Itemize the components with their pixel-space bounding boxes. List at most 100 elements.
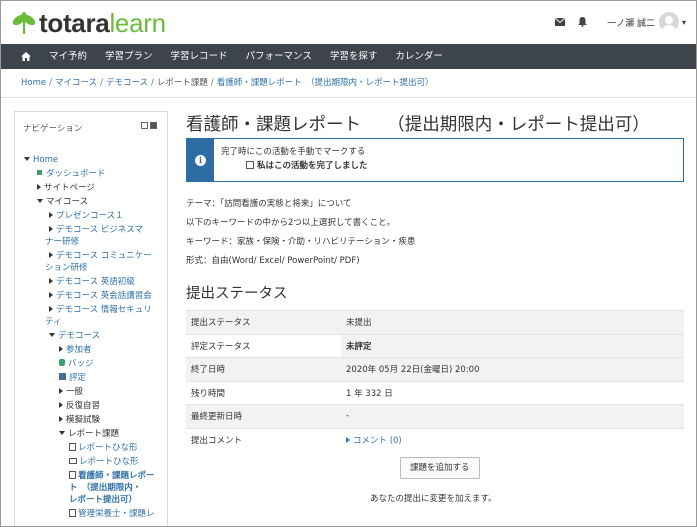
app-window: totaralearn 一ノ瀬 誠二 ▾ マイ予約 学習プラン 学習レコード パ… <box>0 0 697 527</box>
completion-text: 完了時にこの活動を手動でマークする <box>221 147 366 157</box>
user-menu-caret-icon[interactable]: ▾ <box>682 18 686 27</box>
table-row: 残り時間 1 年 332 日 <box>186 380 684 405</box>
nav-course-presentation[interactable]: プレゼンコース１ <box>49 210 124 222</box>
folder-icon <box>69 458 77 464</box>
expanded-arrow-icon <box>59 431 65 435</box>
nav-course-communication-cont[interactable]: ション研修 <box>45 262 88 274</box>
expanded-arrow-icon <box>24 157 30 161</box>
info-icon: i <box>187 139 214 181</box>
badge-icon <box>59 359 65 366</box>
intro-keywords: キーワード：家族・保険・介助・リハビリテーション・疾患 <box>186 237 416 247</box>
collapsed-arrow-icon <box>49 252 53 258</box>
top-header: totaralearn 一ノ瀬 誠二 ▾ <box>1 1 696 43</box>
dashboard-icon <box>37 170 42 175</box>
add-submission-note: あなたの提出に変更を加えます。 <box>370 494 497 504</box>
nav-current-assignment-cont[interactable]: ト （提出期限内・ <box>69 482 141 494</box>
breadcrumb-current-assignment[interactable]: 看護師・課題レポート （提出期限内・レポート提出可） <box>217 78 434 88</box>
table-row: 最終更新日時 - <box>186 404 684 428</box>
expand-arrow-icon <box>346 436 350 443</box>
nav-section-general[interactable]: 一般 <box>59 386 83 398</box>
home-icon[interactable] <box>1 52 40 61</box>
nav-current-assignment[interactable]: 看護師・課題レポー <box>69 470 155 482</box>
collapsed-arrow-icon <box>49 278 53 284</box>
table-row: 提出ステータス 未提出 <box>186 310 684 334</box>
nav-report-template-1[interactable]: レポートひな形 <box>69 442 138 454</box>
nav-section-mock-exam[interactable]: 模擬試験 <box>59 414 100 426</box>
nav-performance[interactable]: パフォーマンス <box>237 44 321 69</box>
dock-block-icon[interactable] <box>141 122 148 129</box>
nav-current-assignment-cont2[interactable]: レポート提出可） <box>69 494 137 506</box>
nav-report-template-2[interactable]: レポートひな形 <box>69 456 139 468</box>
expanded-arrow-icon <box>49 333 55 337</box>
collapse-block-icon[interactable] <box>150 122 157 129</box>
nav-grades[interactable]: 評定 <box>59 372 86 384</box>
nav-demo-course[interactable]: デモコース <box>49 330 100 342</box>
nav-section-repeat[interactable]: 反復自習 <box>59 400 100 412</box>
nav-course-english-basic[interactable]: デモコース 英語初級 <box>49 276 135 288</box>
nav-record-of-learning[interactable]: 学習レコード <box>162 44 237 69</box>
nav-my-bookings[interactable]: マイ予約 <box>40 44 96 69</box>
notifications-bell-icon[interactable] <box>575 15 589 29</box>
navigation-block: ナビゲーション Home ダッシュボード サイトページ マイコース プレゼンコー… <box>14 111 168 526</box>
collapsed-arrow-icon <box>59 346 63 352</box>
add-submission-button[interactable]: 課題を追加する <box>400 457 480 479</box>
divider <box>1 97 696 98</box>
completion-info-box: i 完了時にこの活動を手動でマークする 私はこの活動を完了しました <box>186 138 684 182</box>
nav-course-business-manners-cont[interactable]: ナー研修 <box>45 236 79 248</box>
expanded-arrow-icon <box>37 199 43 203</box>
nav-course-communication[interactable]: デモコース コミュニケー <box>49 250 152 262</box>
nav-find-learning[interactable]: 学習を探す <box>321 44 387 69</box>
collapsed-arrow-icon <box>59 402 63 408</box>
intro-format: 形式：自由(Word/ Excel/ PowerPoint/ PDF) <box>186 256 360 266</box>
assignment-icon <box>69 509 76 517</box>
nav-participants[interactable]: 参加者 <box>59 344 92 356</box>
leaf-logo-icon <box>12 12 36 34</box>
nav-next-assignment[interactable]: 管理栄養士・課題レ <box>69 508 155 520</box>
totara-logo[interactable]: totaralearn <box>11 10 166 36</box>
nav-learning-plans[interactable]: 学習プラン <box>96 44 162 69</box>
main-navigation: マイ予約 学習プラン 学習レコード パフォーマンス 学習を探す カレンダー <box>1 44 696 69</box>
breadcrumb-demo-course[interactable]: デモコース <box>106 78 148 88</box>
grades-icon <box>59 373 66 380</box>
user-name[interactable]: 一ノ瀬 誠二 <box>607 16 655 29</box>
checkbox-icon[interactable] <box>246 161 254 169</box>
intro-instruction: 以下のキーワードの中から2つ以上選択して書くこと。 <box>186 218 396 228</box>
collapsed-arrow-icon <box>49 226 53 232</box>
avatar[interactable] <box>658 12 679 32</box>
nav-dashboard[interactable]: ダッシュボード <box>37 168 106 180</box>
nav-calendar[interactable]: カレンダー <box>386 44 452 69</box>
nav-course-english-conversation[interactable]: デモコース 英会話講習会 <box>49 290 152 302</box>
table-row: 提出コメント コメント (0) <box>186 427 684 451</box>
table-row: 終了日時 2020年 05月 22日(金曜日) 20:00 <box>186 357 684 381</box>
nav-course-info-security-cont[interactable]: ティ <box>45 316 62 328</box>
breadcrumb-my-courses[interactable]: マイコース <box>55 78 97 88</box>
table-row: 評定ステータス 未評定 <box>186 333 684 358</box>
breadcrumb: Home / マイコース / デモコース / レポート課題 / 看護師・課題レポート （提出期限… <box>21 78 434 88</box>
messages-icon[interactable] <box>553 15 567 29</box>
collapsed-arrow-icon <box>59 416 63 422</box>
assignment-icon <box>69 471 76 479</box>
completion-checkbox[interactable]: 私はこの活動を完了しました <box>246 159 368 171</box>
page-title: 看護師・課題レポート （提出期限内・レポート提出可） <box>186 115 650 135</box>
collapsed-arrow-icon <box>59 388 63 394</box>
breadcrumb-home[interactable]: Home <box>21 78 46 88</box>
nav-my-courses[interactable]: マイコース <box>37 196 88 208</box>
submission-status-heading: 提出ステータス <box>186 286 288 302</box>
collapsed-arrow-icon <box>49 212 53 218</box>
collapsed-arrow-icon <box>49 306 53 312</box>
breadcrumb-report-task: レポート課題 <box>156 78 208 88</box>
intro-theme: テーマ：「訪問看護の実態と将来」について <box>186 199 352 209</box>
nav-course-info-security[interactable]: デモコース 情報セキュリ <box>49 304 152 316</box>
nav-badges[interactable]: バッジ <box>59 358 94 370</box>
comments-toggle-link[interactable]: コメント (0) <box>346 436 402 446</box>
collapsed-arrow-icon <box>37 184 41 190</box>
submission-status-table: 提出ステータス 未提出 評定ステータス 未評定 終了日時 2020年 05月 2… <box>186 310 684 451</box>
nav-site-pages[interactable]: サイトページ <box>37 182 95 194</box>
nav-section-report-task[interactable]: レポート課題 <box>59 428 119 440</box>
navigation-block-title: ナビゲーション <box>23 124 83 134</box>
nav-course-business-manners[interactable]: デモコース ビジネスマ <box>49 224 143 236</box>
collapsed-arrow-icon <box>49 292 53 298</box>
nav-home[interactable]: Home <box>24 154 58 166</box>
page-icon <box>69 443 76 451</box>
logo-text: totaralearn <box>39 8 166 38</box>
